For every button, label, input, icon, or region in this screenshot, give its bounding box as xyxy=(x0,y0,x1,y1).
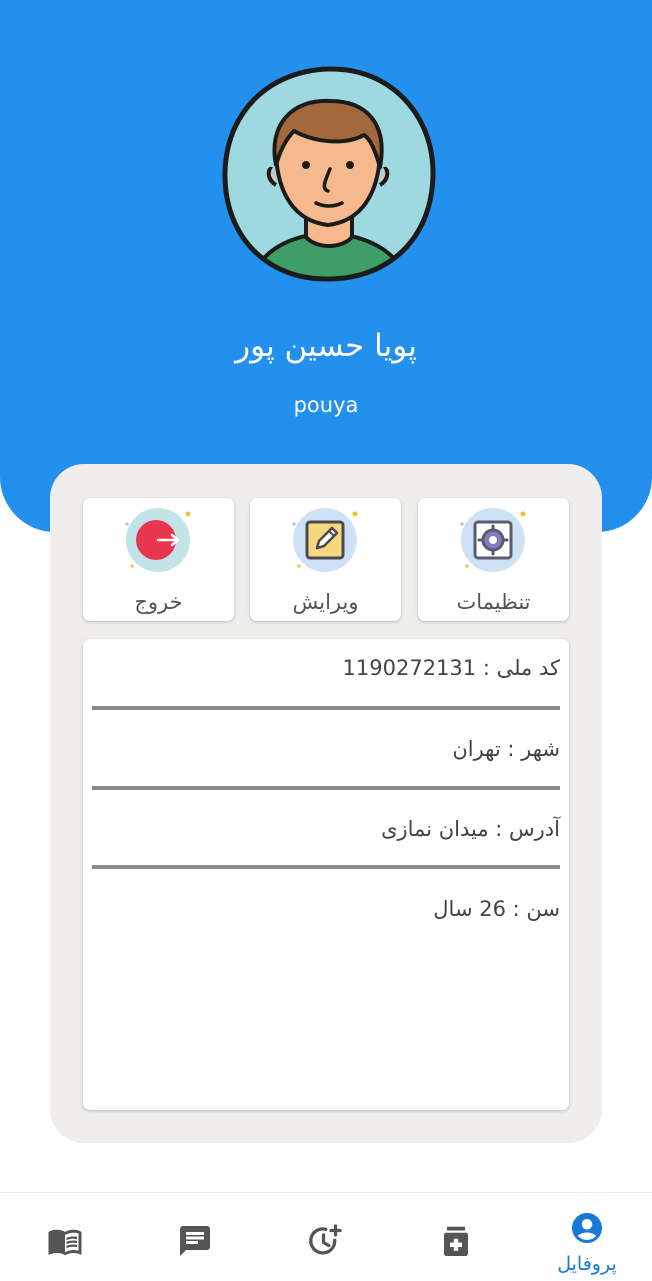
settings-label: تنظیمات xyxy=(456,590,531,614)
settings-icon xyxy=(460,508,526,572)
divider xyxy=(92,865,560,869)
nav-item-library[interactable] xyxy=(0,1193,130,1281)
medicine-icon xyxy=(444,1226,468,1256)
edit-icon xyxy=(292,508,358,572)
age-value: 26 سال xyxy=(433,897,506,921)
logout-button[interactable]: خروج xyxy=(83,498,234,621)
address-value: میدان نمازی xyxy=(381,817,489,841)
settings-button[interactable]: تنظیمات xyxy=(418,498,569,621)
address-label: آدرس : xyxy=(495,817,560,841)
national-code-value: 1190272131 xyxy=(342,656,477,680)
city-label: شهر : xyxy=(507,737,560,761)
divider xyxy=(92,786,560,790)
nav-item-medicine[interactable] xyxy=(391,1193,521,1281)
nav-item-profile[interactable]: پروفایل xyxy=(522,1193,652,1281)
edit-button[interactable]: ویرایش xyxy=(250,498,401,621)
city-value: تهران xyxy=(452,737,501,761)
avatar xyxy=(222,66,436,282)
logout-label: خروج xyxy=(134,590,183,614)
address-row: آدرس : میدان نمازی xyxy=(381,817,560,841)
profile-full-name: پویا حسین پور xyxy=(235,328,417,364)
nav-label-profile: پروفایل xyxy=(557,1253,617,1275)
edit-label: ویرایش xyxy=(292,590,359,614)
nav-item-messages[interactable] xyxy=(130,1193,260,1281)
national-code-row: کد ملی : 1190272131 xyxy=(343,656,560,680)
city-row: شهر : تهران xyxy=(452,737,560,761)
age-row: سن : 26 سال xyxy=(433,897,560,921)
book-icon xyxy=(48,1229,82,1256)
age-label: سن : xyxy=(512,897,560,921)
profile-username: pouya xyxy=(293,393,359,417)
history-add-icon xyxy=(309,1224,342,1255)
nav-item-history[interactable] xyxy=(260,1193,390,1281)
national-code-label: کد ملی : xyxy=(482,656,560,680)
bottom-nav: پروفایل xyxy=(0,1192,652,1281)
profile-icon xyxy=(572,1213,602,1243)
logout-icon xyxy=(125,508,191,572)
chat-icon xyxy=(180,1226,210,1256)
divider xyxy=(92,706,560,710)
